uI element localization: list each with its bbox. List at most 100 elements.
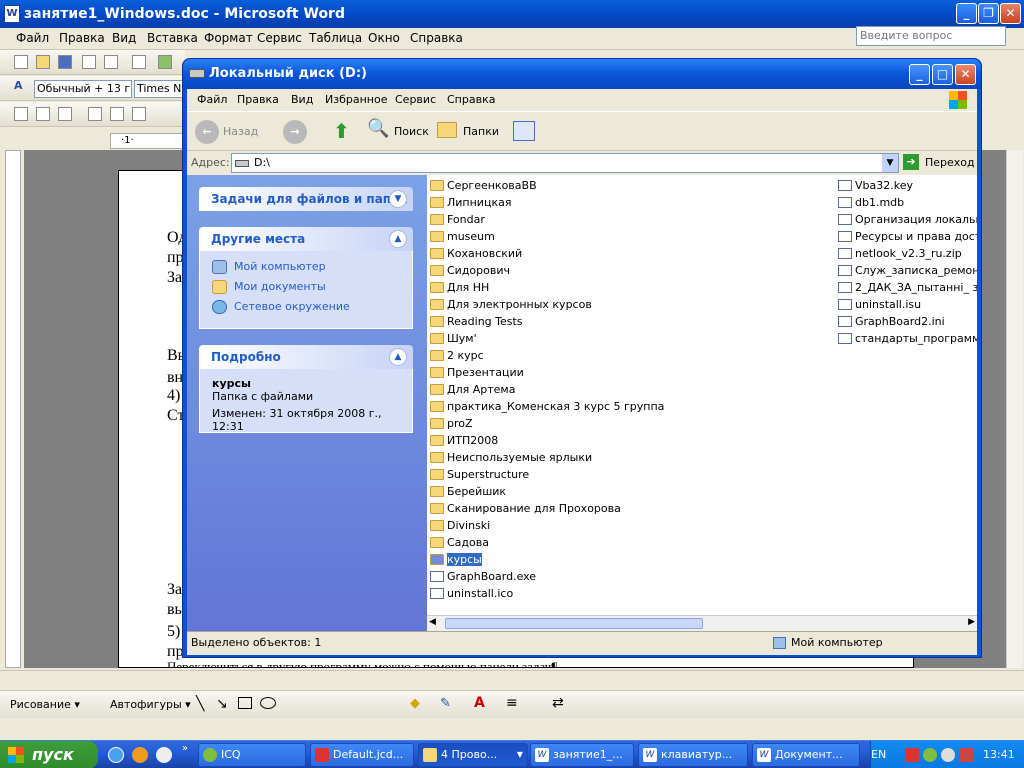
folders-button-label[interactable]: Папки [463,125,499,138]
folder-item[interactable]: Презентации [429,364,524,381]
extra-tool-2-icon[interactable] [36,107,50,121]
word-menu-insert[interactable]: Вставка [147,31,198,45]
word-menu-table[interactable]: Таблица [309,31,362,45]
folder-item[interactable]: museum [429,228,495,245]
word-restore-button[interactable]: ❐ [978,3,999,24]
file-item[interactable]: uninstall.isu [837,296,921,313]
scroll-thumb[interactable] [445,618,703,629]
styles-icon[interactable]: A [14,79,28,93]
folder-item[interactable]: Reading Tests [429,313,523,330]
arrow-tool-icon[interactable]: ↘ [216,696,228,712]
font-color-icon[interactable]: A [474,695,485,711]
folder-item[interactable]: Для НН [429,279,489,296]
folder-item[interactable]: Неиспользуемые ярлыки [429,449,592,466]
search-icon[interactable]: 🔍 [367,118,389,139]
folder-item[interactable]: proZ [429,415,473,432]
word-close-button[interactable]: ✕ [1000,3,1021,24]
explorer-menu-view[interactable]: Вид [291,93,313,106]
language-indicator[interactable]: EN [871,741,886,768]
word-help-search-input[interactable]: Введите вопрос [856,26,1006,46]
chevron-up-icon[interactable]: ▲ [389,348,407,366]
style-select[interactable]: Обычный + 13 г [34,80,132,98]
place-my-computer[interactable]: Мой компьютер [212,257,400,277]
chevron-down-icon[interactable]: ▼ [389,190,407,208]
word-minimize-button[interactable]: _ [956,3,977,24]
folder-item[interactable]: Липницкая [429,194,511,211]
extra-tool-1-icon[interactable] [14,107,28,121]
explorer-maximize-button[interactable]: □ [932,64,953,85]
permission-icon[interactable] [82,55,96,69]
views-icon[interactable] [513,121,535,141]
task-icq[interactable]: ICQ [198,743,306,767]
folder-item[interactable]: ИТП2008 [429,432,498,449]
file-item[interactable]: GraphBoard.exe [429,568,536,585]
line-color-icon[interactable]: ✎ [440,696,451,711]
fill-color-icon[interactable]: ◆ [410,696,420,711]
folder-item[interactable]: практика_Коменская 3 курс 5 группа [429,398,664,415]
go-button-label[interactable]: Переход [925,156,975,169]
horizontal-ruler[interactable]: ·1· [110,133,185,149]
drawing-menu-button[interactable]: Рисование ▾ [10,698,80,711]
tray-icon[interactable] [941,748,955,762]
scroll-right-icon[interactable]: ▶ [968,617,975,627]
quicklaunch-expand-icon[interactable]: » [182,743,188,754]
explorer-close-button[interactable]: ✕ [955,64,976,85]
explorer-menu-file[interactable]: Файл [197,93,227,106]
task-word-lesson[interactable]: Wзанятие1_... [530,743,634,767]
folder-item[interactable]: курсы [429,551,482,568]
folder-item[interactable]: Для Артема [429,381,515,398]
task-explorer-group[interactable]: 4 Прово... ▼ [418,743,528,767]
place-my-documents[interactable]: Мои документы [212,277,400,297]
word-horizontal-scrollbar[interactable] [0,670,1024,690]
folder-item[interactable]: СергеенковаВВ [429,177,537,194]
extra-tool-3-icon[interactable] [58,107,72,121]
file-item[interactable]: netlook_v2.3_ru.zip [837,245,962,262]
word-menu-tools[interactable]: Сервис [257,31,302,45]
folder-item[interactable]: Divinski [429,517,490,534]
line-style-icon[interactable]: ≡ [506,695,518,711]
scroll-left-icon[interactable]: ◀ [429,617,436,627]
spelling-icon[interactable] [158,55,172,69]
go-arrow-icon[interactable]: ➔ [903,154,919,170]
tray-icon[interactable] [959,748,973,762]
folder-item[interactable]: Для электронных курсов [429,296,592,313]
places-panel-header[interactable]: Другие места ▲ [199,227,413,251]
word-menu-window[interactable]: Окно [368,31,400,45]
internet-explorer-icon[interactable] [108,747,124,763]
file-item[interactable]: uninstall.ico [429,585,513,602]
new-document-icon[interactable] [14,55,28,69]
folder-item[interactable]: Сканирование для Прохорова [429,500,621,517]
folder-item[interactable]: Садова [429,534,489,551]
open-folder-icon[interactable] [36,55,50,69]
oval-tool-icon[interactable] [260,697,276,709]
file-item[interactable]: Vba32.key [837,177,913,194]
task-word-keyboard[interactable]: Wклавиатур... [638,743,748,767]
print-icon[interactable] [104,55,118,69]
search-button-label[interactable]: Поиск [394,125,429,138]
file-item[interactable]: GraphBoard2.ini [837,313,945,330]
forward-arrow-icon[interactable]: → [283,120,307,144]
folder-item[interactable]: 2 курс [429,347,484,364]
antivirus-tray-icon[interactable] [905,748,919,762]
line-tool-icon[interactable]: ╲ [196,696,204,712]
icq-tray-icon[interactable] [923,748,937,762]
task-word-document[interactable]: W Документ... [752,743,860,767]
firefox-icon[interactable] [132,747,148,763]
place-network[interactable]: Сетевое окружение [212,297,400,317]
file-item[interactable]: db1.mdb [837,194,904,211]
file-item[interactable]: Организация локальной [837,211,977,228]
file-list-hscrollbar[interactable]: ◀ ▶ [427,615,977,631]
font-select[interactable]: Times New [134,80,184,98]
task-default-jcd[interactable]: Default.jcd... [310,743,414,767]
folders-icon[interactable] [437,122,457,138]
back-arrow-icon[interactable]: ← [195,120,219,144]
folder-item[interactable]: Superstructure [429,466,529,483]
up-folder-icon[interactable]: ⬆ [333,119,350,143]
print-preview-icon[interactable] [132,55,146,69]
file-item[interactable]: стандарты_программа.do [837,330,977,347]
file-item[interactable]: Служ_записка_ремонт_п [837,262,977,279]
arrow-style-icon[interactable]: ⇄ [552,695,564,711]
extra-tool-5-icon[interactable] [110,107,124,121]
start-button[interactable]: пуск [0,741,98,768]
folder-item[interactable]: Кохановский [429,245,522,262]
